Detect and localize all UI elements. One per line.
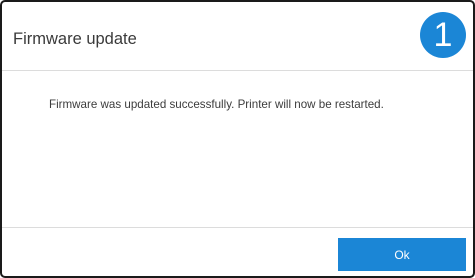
dialog-message: Firmware was updated successfully. Print… xyxy=(49,98,384,111)
ok-button[interactable]: Ok xyxy=(338,238,466,271)
step-number-badge: 1 xyxy=(420,12,466,58)
dialog-title: Firmware update xyxy=(13,30,137,48)
firmware-update-dialog: Firmware update 1 Firmware was updated s… xyxy=(0,0,475,278)
dialog-header: Firmware update 1 xyxy=(2,2,473,71)
dialog-footer: Ok xyxy=(2,227,473,276)
